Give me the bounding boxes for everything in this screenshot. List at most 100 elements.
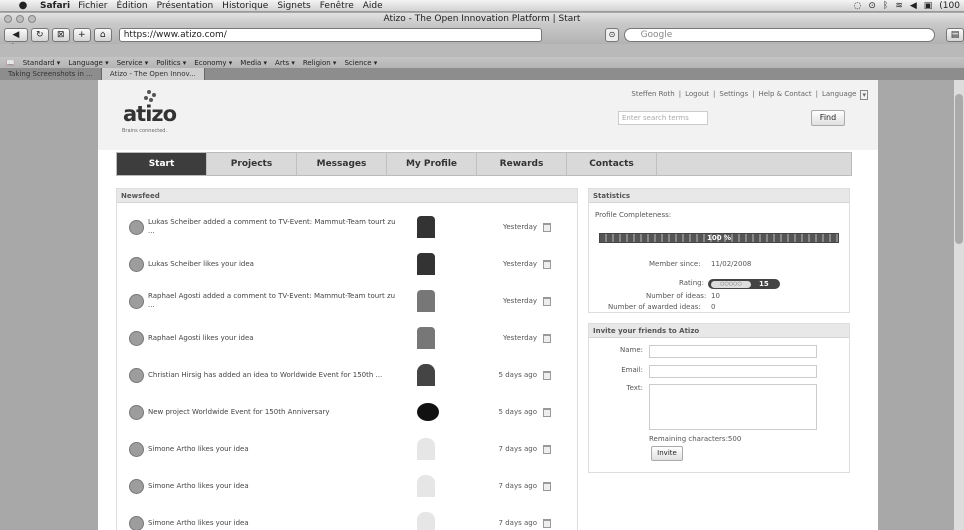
feed-text[interactable]: Raphael Agosti likes your idea: [148, 334, 403, 343]
nav-start[interactable]: Start: [117, 153, 207, 175]
newsfeed-title: Newsfeed: [117, 189, 577, 203]
find-button[interactable]: Find: [811, 110, 845, 126]
snapback-button[interactable]: ⊠: [51, 27, 70, 42]
bookmark-folder[interactable]: Language ▾: [68, 59, 108, 67]
avatar[interactable]: [417, 364, 435, 386]
language-link[interactable]: Language: [822, 90, 857, 100]
feed-text[interactable]: Raphael Agosti added a comment to TV-Eve…: [148, 292, 403, 310]
trash-icon[interactable]: [543, 481, 551, 491]
comment-icon: [129, 293, 144, 309]
avatar[interactable]: [417, 216, 435, 238]
logout-link[interactable]: Logout: [685, 90, 709, 100]
browser-toolbar: ◀ ▶ ↻ ⊠ + ⌂ https://www.atizo.com/ ⊙ Goo…: [0, 25, 964, 52]
page-menu-button[interactable]: ▤: [945, 27, 964, 42]
avatar-placeholder[interactable]: [417, 475, 435, 497]
bookmark-folder[interactable]: Service ▾: [117, 59, 149, 67]
nav-my-profile[interactable]: My Profile: [387, 153, 477, 175]
trash-icon[interactable]: [543, 259, 551, 269]
avatar-placeholder[interactable]: [417, 438, 435, 460]
google-search-input[interactable]: Google: [623, 27, 935, 42]
trash-icon[interactable]: [543, 370, 551, 380]
help-link[interactable]: Help & Contact: [758, 90, 811, 100]
app-menu[interactable]: Safari: [40, 1, 70, 11]
chevron-down-icon[interactable]: ▾: [860, 90, 868, 100]
zoom-window-button[interactable]: [28, 15, 36, 23]
add-bookmark-button[interactable]: +: [72, 27, 91, 42]
time-machine-icon[interactable]: ⊙: [868, 1, 876, 11]
sync-icon[interactable]: ◌: [854, 1, 862, 11]
nav-rewards[interactable]: Rewards: [477, 153, 567, 175]
menu-item-window[interactable]: Fenêtre: [320, 1, 354, 11]
bluetooth-icon[interactable]: ᛒ: [883, 1, 888, 11]
display-icon[interactable]: ▣: [924, 1, 933, 11]
site-logo[interactable]: atizo: [123, 102, 177, 126]
bookmark-folder[interactable]: Religion ▾: [303, 59, 337, 67]
menu-item-history[interactable]: Historique: [222, 1, 268, 11]
menu-item-view[interactable]: Présentation: [157, 1, 214, 11]
feed-text[interactable]: Simone Artho likes your idea: [148, 519, 403, 528]
trash-icon[interactable]: [543, 518, 551, 528]
mac-menubar: ● Safari Fichier Édition Présentation Hi…: [0, 0, 964, 12]
menu-item-file[interactable]: Fichier: [78, 1, 107, 11]
bookmarks-icon[interactable]: 📖: [6, 59, 15, 67]
message-textarea[interactable]: [649, 384, 817, 430]
menu-item-bookmarks[interactable]: Signets: [277, 1, 310, 11]
reload-button[interactable]: ↻: [30, 27, 49, 42]
bookmark-folder[interactable]: Science ▾: [344, 59, 377, 67]
bookmark-folder[interactable]: Politics ▾: [156, 59, 186, 67]
settings-link[interactable]: Settings: [719, 90, 748, 100]
avatar[interactable]: [417, 290, 435, 312]
scrollbar-thumb[interactable]: [955, 94, 963, 244]
tab-atizo[interactable]: Atizo - The Open Innov...: [101, 68, 205, 80]
feed-text[interactable]: Christian Hirsig has added an idea to Wo…: [148, 371, 403, 380]
feed-text[interactable]: New project Worldwide Event for 150th An…: [148, 408, 403, 417]
bookmark-folder[interactable]: Economy ▾: [194, 59, 232, 67]
bookmark-folder[interactable]: Standard ▾: [23, 59, 61, 67]
profile-link[interactable]: Steffen Roth: [631, 90, 674, 100]
trash-icon[interactable]: [543, 333, 551, 343]
email-field[interactable]: [649, 365, 817, 378]
rating-value: 15: [759, 280, 769, 288]
like-icon: [129, 478, 144, 494]
feed-item: Simone Artho likes your idea 7 days ago: [117, 503, 579, 530]
trash-icon[interactable]: [543, 407, 551, 417]
site-search-input[interactable]: Enter search terms: [618, 111, 708, 125]
bookmark-folder[interactable]: Media ▾: [240, 59, 267, 67]
rss-icon[interactable]: ⊙: [605, 27, 619, 42]
member-since-value: 11/02/2008: [711, 260, 752, 268]
back-button[interactable]: ◀ ▶: [4, 27, 28, 52]
minimize-window-button[interactable]: [16, 15, 24, 23]
project-thumbnail[interactable]: [417, 403, 439, 421]
feed-time: Yesterday: [503, 260, 537, 268]
trash-icon[interactable]: [543, 296, 551, 306]
bookmark-folder[interactable]: Arts ▾: [275, 59, 295, 67]
name-field[interactable]: [649, 345, 817, 358]
top-links: Steffen Roth | Logout | Settings | Help & C…: [631, 90, 868, 100]
battery-status[interactable]: (100: [939, 1, 960, 11]
trash-icon[interactable]: [543, 444, 551, 454]
feed-text[interactable]: Simone Artho likes your idea: [148, 445, 403, 454]
nav-projects[interactable]: Projects: [207, 153, 297, 175]
page-scrollbar[interactable]: [954, 80, 964, 530]
address-bar[interactable]: https://www.atizo.com/: [118, 27, 543, 42]
invite-button[interactable]: Invite: [651, 446, 683, 461]
close-window-button[interactable]: [4, 15, 12, 23]
home-button[interactable]: ⌂: [93, 27, 112, 42]
invite-panel: Invite your friends to Atizo Name: Email…: [588, 323, 850, 473]
nav-messages[interactable]: Messages: [297, 153, 387, 175]
wifi-icon[interactable]: ≋: [895, 1, 903, 11]
nav-contacts[interactable]: Contacts: [567, 153, 657, 175]
apple-icon[interactable]: ●: [16, 0, 30, 11]
volume-icon[interactable]: ◀: [910, 1, 917, 11]
trash-icon[interactable]: [543, 222, 551, 232]
avatar[interactable]: [417, 253, 435, 275]
menu-item-help[interactable]: Aide: [363, 1, 383, 11]
avatar-placeholder[interactable]: [417, 512, 435, 530]
tab-screenshots[interactable]: Taking Screenshots in ...: [0, 68, 102, 80]
feed-text[interactable]: Lukas Scheiber added a comment to TV-Eve…: [148, 218, 403, 236]
avatar[interactable]: [417, 327, 435, 349]
menu-item-edit[interactable]: Édition: [117, 1, 148, 11]
feed-text[interactable]: Simone Artho likes your idea: [148, 482, 403, 491]
feed-text[interactable]: Lukas Scheiber likes your idea: [148, 260, 403, 269]
feed-item: Simone Artho likes your idea 7 days ago: [117, 466, 579, 506]
